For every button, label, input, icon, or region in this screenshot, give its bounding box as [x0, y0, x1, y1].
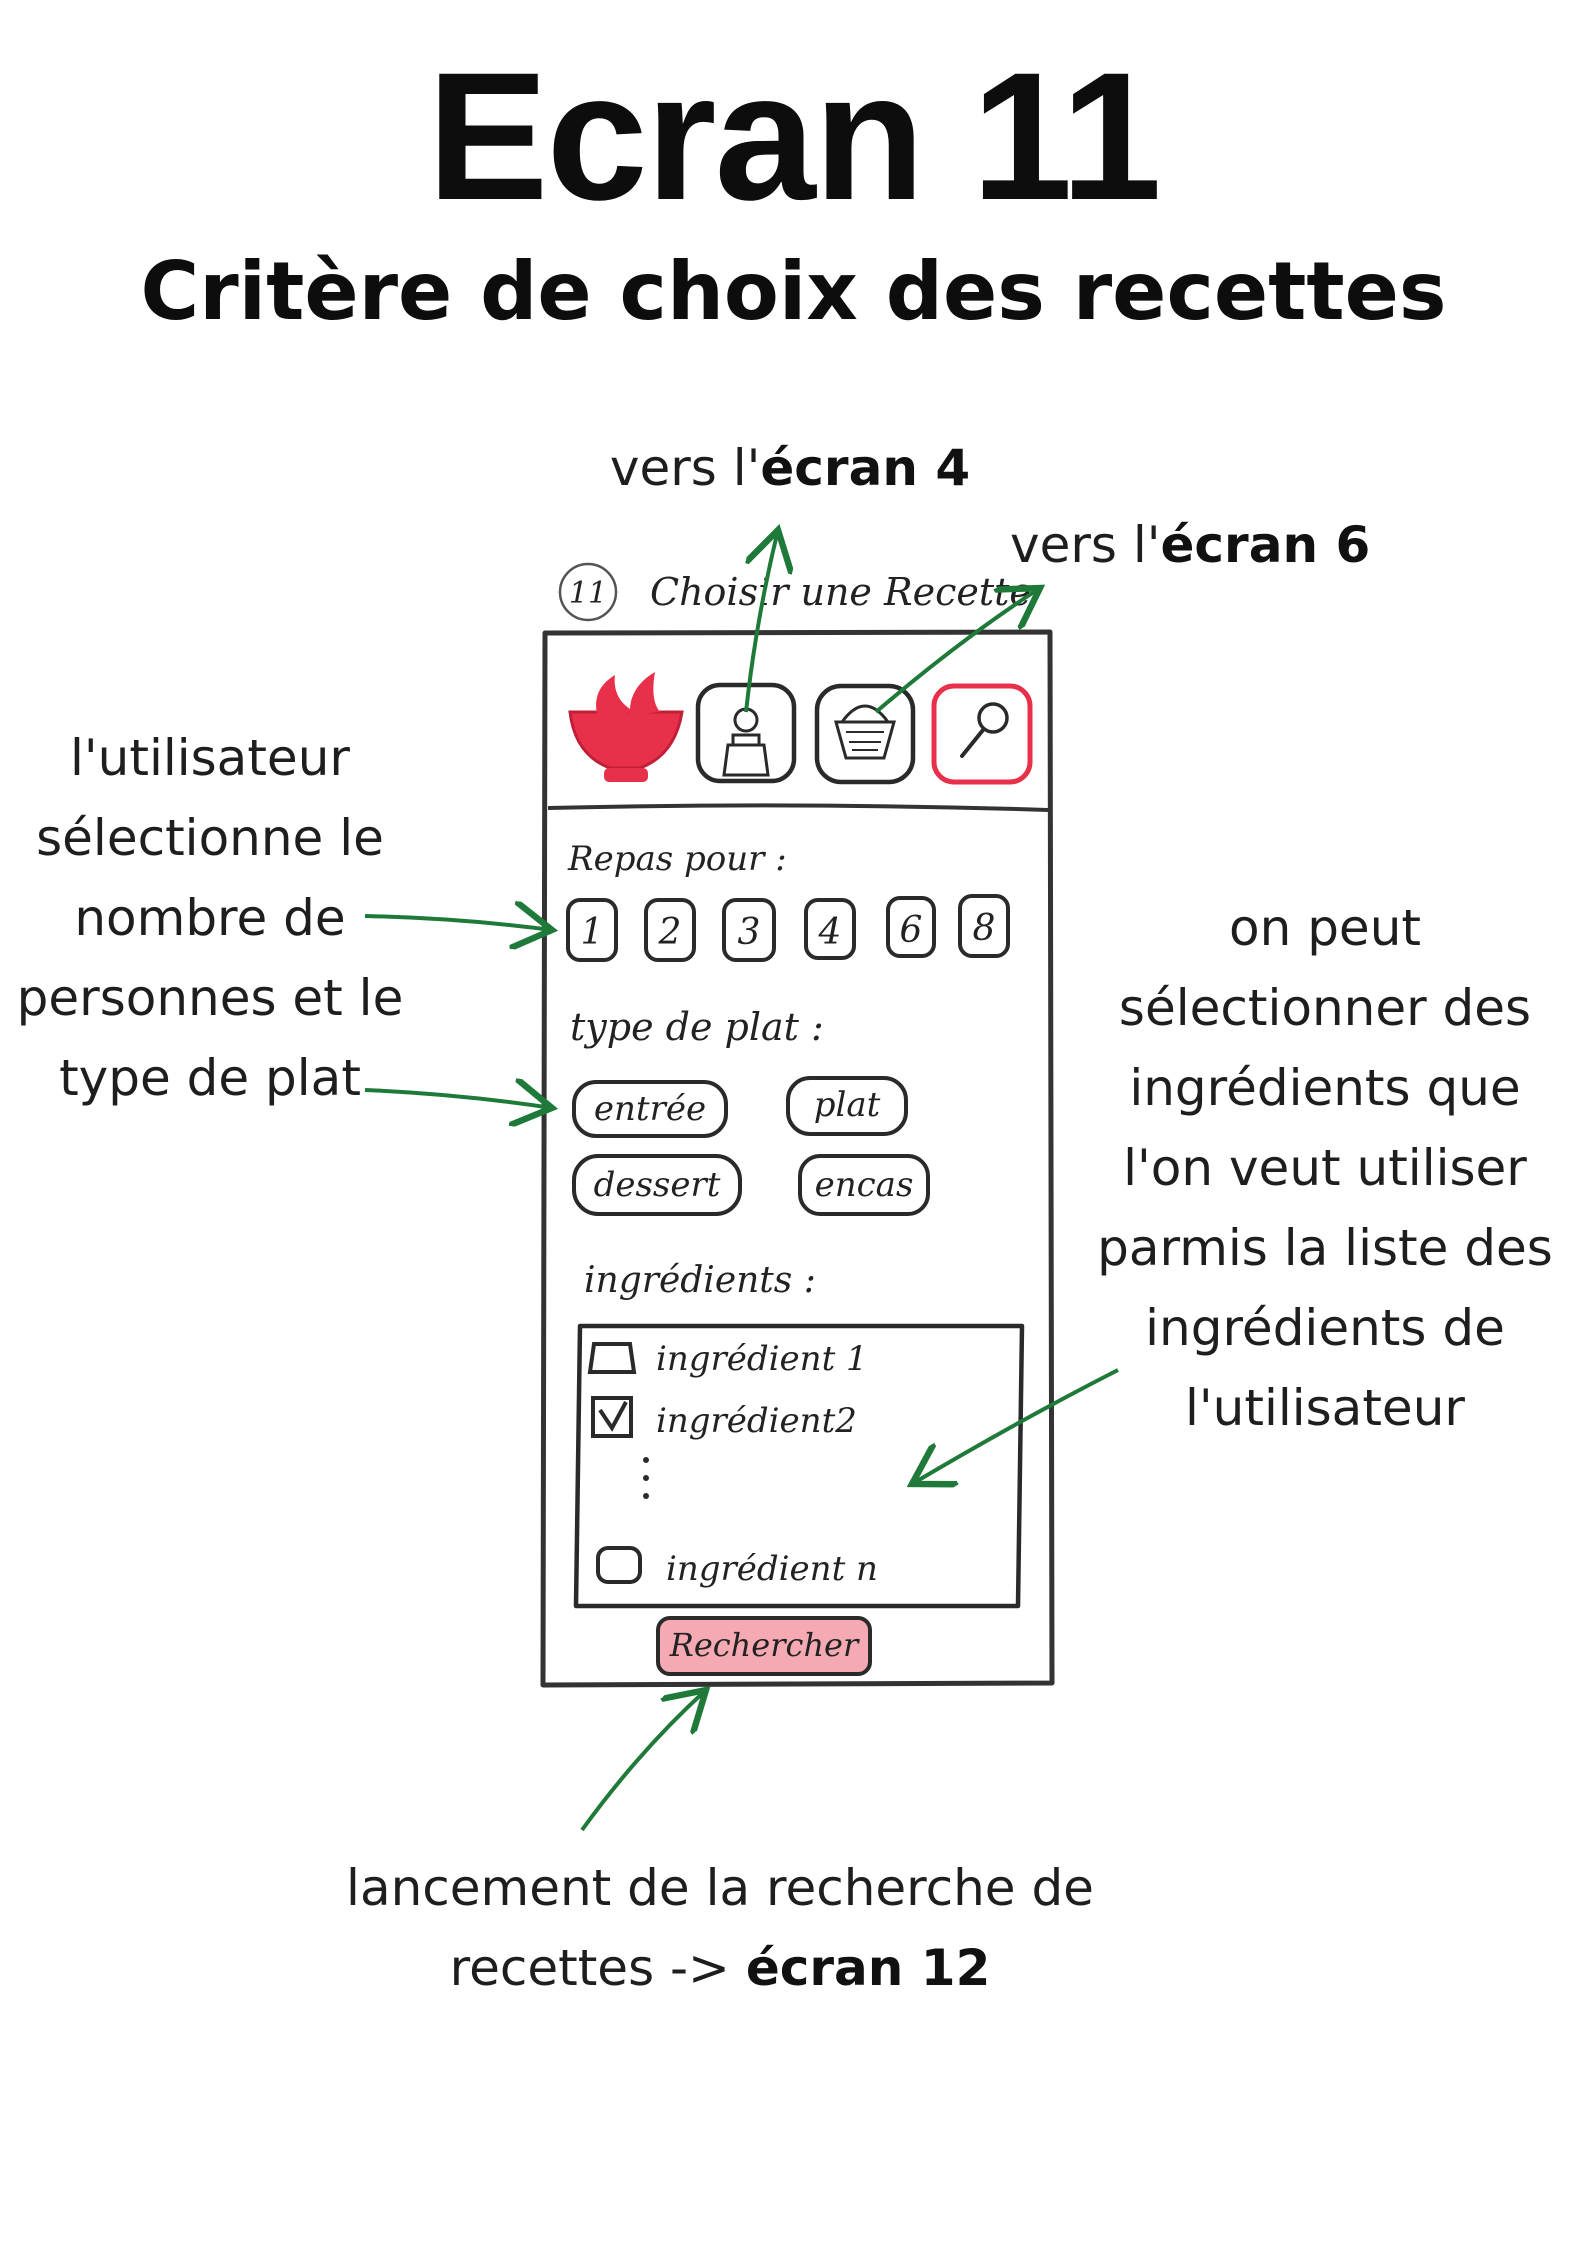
people-option[interactable]: 4: [804, 898, 856, 960]
basket-icon: [834, 704, 896, 760]
ingredient-checkbox[interactable]: [596, 1546, 642, 1584]
ingredient-checkbox[interactable]: [587, 1342, 637, 1374]
sketch-screen-header: 11 Choisir une Recette: [558, 562, 1032, 622]
screen-number: 11: [569, 576, 607, 611]
ingredient-name: ingrédient 1: [656, 1339, 868, 1379]
people-option-label: 8: [973, 908, 996, 949]
dish-type-option-label: dessert: [594, 1165, 721, 1205]
dish-type-selector: entrée plat dessert encas: [572, 1076, 930, 1216]
people-option[interactable]: 1: [566, 898, 618, 962]
arrow-ingredients: [912, 1368, 1119, 1484]
ellipsis-icon: [643, 1457, 649, 1499]
arrow-search-button: [580, 1690, 706, 1832]
wireframe-sketch: 11 Choisir une Recette Repas pour: 1 2 …: [364, 0, 1119, 1832]
people-option[interactable]: 6: [886, 896, 936, 958]
search-button[interactable]: Rechercher: [656, 1616, 872, 1676]
chef-hat-icon: [722, 707, 770, 777]
ingredients-label: ingrédients :: [584, 1260, 816, 1301]
ingredient-name: ingrédient n: [666, 1549, 878, 1589]
ingredient-item[interactable]: ingrédient n: [596, 1546, 878, 1589]
checkmark-icon: [598, 1401, 628, 1432]
dish-type-option-label: encas: [815, 1165, 914, 1205]
people-option[interactable]: 2: [644, 898, 696, 962]
dish-type-option-label: plat: [814, 1085, 881, 1125]
arrow-people-selector: [364, 916, 552, 930]
top-divider: [547, 803, 1049, 812]
dish-type-label: type de plat :: [570, 1005, 824, 1049]
screen-label: Choisir une Recette: [650, 570, 1032, 614]
search-icon: [960, 702, 1009, 758]
bowl-logo-icon: [568, 672, 684, 782]
dish-type-option[interactable]: entrée: [572, 1080, 728, 1138]
people-selector: 1 2 3 4 6 8: [566, 894, 1010, 962]
phone-frame: [540, 629, 1055, 1688]
dish-type-option[interactable]: encas: [798, 1154, 930, 1216]
search-button-label: Rechercher: [669, 1626, 860, 1664]
people-option-label: 6: [900, 910, 923, 951]
people-option[interactable]: 3: [722, 898, 776, 962]
meal-label: Repas pour :: [567, 839, 787, 879]
dish-type-option[interactable]: dessert: [572, 1154, 742, 1216]
people-option-label: 3: [738, 912, 761, 953]
people-option-label: 1: [581, 912, 604, 953]
people-option-label: 2: [658, 912, 682, 953]
people-option[interactable]: 8: [958, 894, 1010, 958]
ingredient-item[interactable]: ingrédient 1: [587, 1339, 868, 1379]
ingredient-name: ingrédient2: [656, 1401, 857, 1441]
ingredient-item[interactable]: ingrédient2: [591, 1396, 857, 1441]
arrow-dish-type: [364, 1090, 552, 1108]
top-nav: [568, 672, 1033, 785]
dish-type-option[interactable]: plat: [786, 1076, 908, 1136]
people-option-label: 4: [818, 912, 842, 953]
search-tab-button[interactable]: [931, 683, 1033, 785]
basket-button[interactable]: [814, 683, 916, 785]
dish-type-option-label: entrée: [594, 1089, 706, 1129]
